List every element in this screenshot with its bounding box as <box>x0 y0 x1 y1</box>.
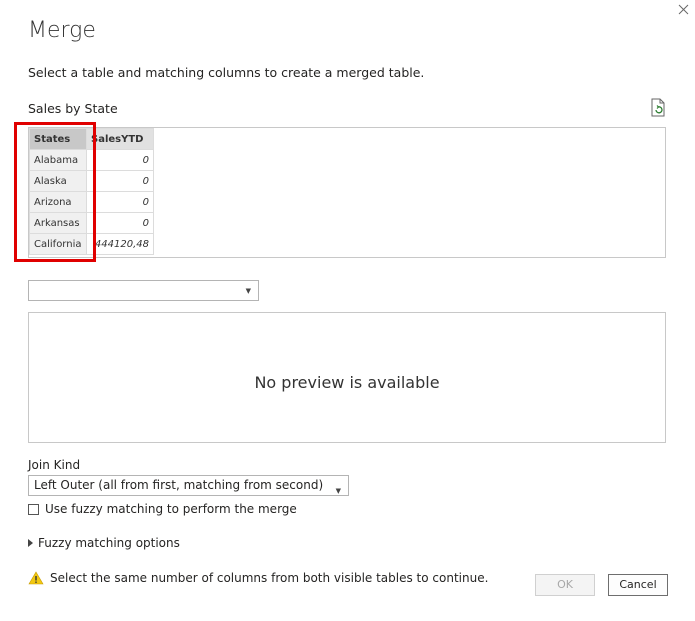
state-cell: Alaska <box>29 170 87 192</box>
dialog-subtitle: Select a table and matching columns to c… <box>28 65 425 80</box>
warning-icon <box>28 571 44 585</box>
table-row: Alaska 0 <box>29 170 154 192</box>
second-table-preview: No preview is available <box>28 312 666 443</box>
expand-triangle-icon <box>28 539 33 547</box>
fuzzy-options-label: Fuzzy matching options <box>38 536 180 550</box>
first-table-name: Sales by State <box>28 101 118 116</box>
close-button[interactable] <box>676 2 692 18</box>
fuzzy-matching-label[interactable]: Use fuzzy matching to perform the merge <box>45 502 297 516</box>
first-table-grid: States SalesYTD Alabama 0 Alaska 0 Arizo… <box>29 128 154 255</box>
chevron-down-icon: ▼ <box>245 287 251 295</box>
no-preview-message: No preview is available <box>254 373 440 392</box>
join-kind-value: Left Outer (all from first, matching fro… <box>34 478 324 492</box>
chevron-down-icon: ▼ <box>335 487 341 495</box>
dialog-title: Merge <box>28 18 96 43</box>
refresh-preview-button[interactable] <box>649 98 667 118</box>
sales-cell: 0 <box>86 212 154 234</box>
table-row: Arkansas 0 <box>29 212 154 234</box>
column-header-states[interactable]: States <box>29 128 87 150</box>
ok-button[interactable]: OK <box>535 574 595 596</box>
join-kind-select[interactable]: Left Outer (all from first, matching fro… <box>28 475 349 496</box>
fuzzy-matching-row: Use fuzzy matching to perform the merge <box>28 502 297 516</box>
close-icon <box>678 4 689 15</box>
column-header-salesytd[interactable]: SalesYTD <box>86 128 154 150</box>
warning-message-row: Select the same number of columns from b… <box>28 571 488 585</box>
first-table-preview: States SalesYTD Alabama 0 Alaska 0 Arizo… <box>28 127 666 258</box>
state-cell: Arkansas <box>29 212 87 234</box>
sales-cell: 0 <box>86 170 154 192</box>
state-cell: California <box>29 233 87 255</box>
state-cell: Arizona <box>29 191 87 213</box>
sales-cell: 0 <box>86 191 154 213</box>
fuzzy-options-expander[interactable]: Fuzzy matching options <box>28 536 180 550</box>
second-table-dropdown[interactable]: ▼ <box>28 280 259 301</box>
state-cell: Alabama <box>29 149 87 171</box>
join-kind-label: Join Kind <box>28 458 81 472</box>
table-row: Alabama 0 <box>29 149 154 171</box>
sales-cell: 444120,48 <box>86 233 154 255</box>
fuzzy-matching-checkbox[interactable] <box>28 503 39 515</box>
cancel-button[interactable]: Cancel <box>608 574 668 596</box>
warning-text: Select the same number of columns from b… <box>50 571 489 585</box>
sales-cell: 0 <box>86 149 154 171</box>
table-row: California 444120,48 <box>29 233 154 255</box>
refresh-file-icon <box>651 98 665 117</box>
table-row: Arizona 0 <box>29 191 154 213</box>
